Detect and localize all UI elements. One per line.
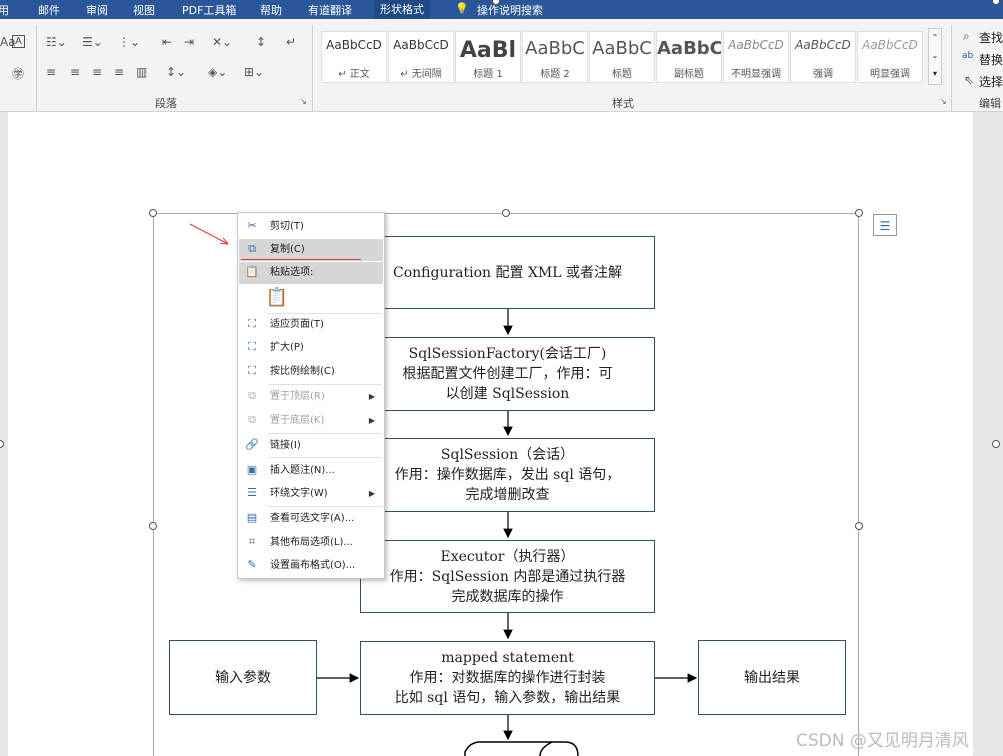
menu-item-format-canvas[interactable]: ✎ 设置画布格式(O)... bbox=[239, 555, 383, 577]
box-line: 作用：对数据库的操作进行封装 bbox=[409, 670, 606, 686]
link-icon: 🔗 bbox=[245, 438, 259, 451]
menu-label: 粘贴选项: bbox=[270, 267, 314, 278]
paste-keep-icon[interactable]: 📋 bbox=[265, 286, 289, 310]
clipboard-icon: 📋 bbox=[245, 265, 259, 278]
mapped-statement-box[interactable]: mapped statement 作用：对数据库的操作进行封装 比如 sql 语句，… bbox=[360, 641, 655, 715]
alt-text-icon: ▤ bbox=[246, 511, 258, 524]
menu-label: 置于顶层(R) bbox=[270, 391, 325, 402]
box-line: SqlSession（会话） bbox=[440, 447, 575, 463]
menu-label: 查看可选文字(A)... bbox=[270, 513, 355, 524]
box-line: mapped statement bbox=[441, 650, 574, 666]
scissors-icon: ✂ bbox=[247, 219, 257, 232]
configuration-box[interactable]: Configuration 配置 XML 或者注解 bbox=[360, 236, 655, 309]
executor-box[interactable]: Executor（执行器） 作用：SqlSession 内部是通过执行器 完成数据库… bbox=[360, 540, 655, 613]
input-params-box[interactable]: 输入参数 bbox=[169, 640, 317, 715]
copy-icon: ⧉ bbox=[248, 242, 256, 255]
menu-label: 剪切(T) bbox=[270, 221, 304, 232]
menu-item-link[interactable]: 🔗 链接(I) bbox=[239, 435, 383, 457]
watermark: CSDN @又见明月清风 bbox=[796, 731, 969, 751]
output-result-text: 输出结果 bbox=[744, 669, 800, 686]
menu-label: 设置画布格式(O)... bbox=[270, 560, 356, 571]
menu-label: 按比例绘制(C) bbox=[270, 366, 335, 377]
menu-item-alt-text[interactable]: ▤ 查看可选文字(A)... bbox=[239, 508, 383, 530]
box-line: 根据配置文件创建工厂，作用：可 bbox=[402, 366, 613, 382]
box-line: SqlSessionFactory(会话工厂) bbox=[408, 346, 607, 362]
box-line: 以创建 SqlSession bbox=[445, 386, 570, 402]
bring-front-icon: ⧉ bbox=[248, 389, 256, 402]
menu-item-send-back[interactable]: ⧉ 置于底层(K) ▶ bbox=[239, 410, 383, 432]
box-line: 完成增删改查 bbox=[465, 487, 550, 503]
menu-label: 适应页面(T) bbox=[270, 319, 324, 330]
box-line: 作用：操作数据库，发出 sql 语句， bbox=[394, 467, 621, 483]
session-box[interactable]: SqlSession（会话） 作用：操作数据库，发出 sql 语句， 完成增删改查 bbox=[360, 438, 655, 512]
output-result-box[interactable]: 输出结果 bbox=[698, 640, 846, 715]
layout-icon: ⌗ bbox=[248, 535, 256, 548]
menu-label: 插入题注(N)... bbox=[270, 465, 335, 476]
menu-item-expand[interactable]: ⛶ 扩大(P) bbox=[239, 337, 383, 359]
box-line: 完成数据库的操作 bbox=[451, 588, 564, 605]
menu-label: 链接(I) bbox=[270, 440, 301, 451]
box-line: 比如 sql 语句，输入参数，输出结果 bbox=[394, 690, 621, 706]
menu-separator bbox=[268, 384, 382, 385]
menu-item-layout-options[interactable]: ⌗ 其他布局选项(L)... bbox=[239, 532, 383, 554]
format-icon: ✎ bbox=[247, 558, 257, 571]
box-line: Executor（执行器） bbox=[440, 548, 575, 565]
menu-separator bbox=[268, 457, 382, 458]
menu-item-copy[interactable]: ⧉ 复制(C) bbox=[239, 239, 383, 261]
menu-item-paste-options: 📋 粘贴选项: bbox=[239, 262, 383, 284]
submenu-arrow-icon: ▶ bbox=[368, 489, 375, 498]
input-params-text: 输入参数 bbox=[215, 669, 271, 686]
menu-item-caption[interactable]: ▣ 插入题注(N)... bbox=[239, 460, 383, 482]
send-back-icon: ⧉ bbox=[248, 413, 256, 426]
menu-separator bbox=[268, 433, 382, 434]
menu-label: 扩大(P) bbox=[270, 342, 304, 353]
menu-item-fit[interactable]: ⛶ 适应页面(T) bbox=[239, 314, 383, 336]
scale-icon: ⛶ bbox=[248, 364, 256, 377]
box-line: 作用：SqlSession 内部是通过执行器 bbox=[389, 568, 626, 585]
menu-item-wrap-text[interactable]: ☰ 环绕文字(W) ▶ bbox=[239, 483, 383, 505]
menu-label: 复制(C) bbox=[270, 244, 305, 255]
session-factory-box[interactable]: SqlSessionFactory(会话工厂) 根据配置文件创建工厂，作用：可 以创… bbox=[360, 337, 655, 411]
expand-icon: ⛶ bbox=[248, 340, 256, 353]
menu-item-cut[interactable]: ✂ 剪切(T) bbox=[239, 216, 383, 238]
fit-page-icon: ⛶ bbox=[248, 317, 256, 330]
menu-label: 置于底层(K) bbox=[270, 415, 325, 426]
menu-label: 其他布局选项(L)... bbox=[270, 537, 353, 548]
caption-icon: ▣ bbox=[246, 463, 258, 476]
submenu-arrow-icon: ▶ bbox=[368, 416, 375, 425]
context-menu: ✂ 剪切(T) ⧉ 复制(C) 📋 粘贴选项: 📋 ⛶ 适应页面(T) ⛶ 扩大(P) ⛶… bbox=[237, 212, 385, 579]
menu-label: 环绕文字(W) bbox=[270, 488, 328, 499]
configuration-text: Configuration 配置 XML 或者注解 bbox=[392, 264, 622, 281]
menu-item-scale[interactable]: ⛶ 按比例绘制(C) bbox=[239, 361, 383, 383]
menu-item-bring-front[interactable]: ⧉ 置于顶层(R) ▶ bbox=[239, 386, 383, 408]
submenu-arrow-icon: ▶ bbox=[368, 392, 375, 401]
wrap-text-icon: ☰ bbox=[247, 486, 257, 499]
red-underline bbox=[241, 259, 361, 260]
menu-separator bbox=[268, 506, 382, 507]
